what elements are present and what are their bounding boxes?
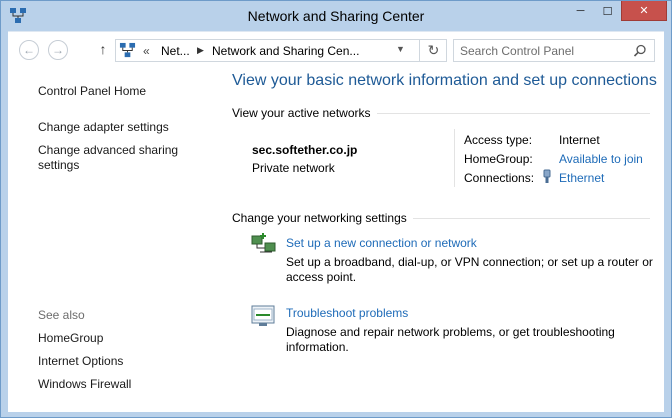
forward-button[interactable]: →: [48, 40, 68, 60]
sidebar-item-change-advanced-sharing[interactable]: Change advanced sharing settings: [38, 143, 188, 173]
troubleshoot-icon[interactable]: [250, 303, 278, 329]
sidebar-item-internet-options[interactable]: Internet Options: [38, 354, 123, 369]
refresh-button[interactable]: ↻: [419, 40, 447, 61]
connections-label: Connections:: [464, 171, 535, 185]
minimize-button[interactable]: ─: [567, 1, 594, 21]
close-button[interactable]: ✕: [621, 1, 667, 21]
up-button[interactable]: ↑: [96, 41, 110, 59]
change-settings-section: Change your networking settings: [232, 211, 650, 225]
title-bar[interactable]: Network and Sharing Center ─ ☐ ✕: [1, 1, 671, 31]
sidebar-item-windows-firewall[interactable]: Windows Firewall: [38, 377, 131, 392]
troubleshoot-link[interactable]: Troubleshoot problems: [286, 306, 408, 320]
breadcrumb-separator[interactable]: ▶: [197, 45, 204, 56]
search-input[interactable]: [460, 43, 630, 59]
active-networks-section: View your active networks: [232, 106, 650, 120]
sidebar-item-change-adapter-settings[interactable]: Change adapter settings: [38, 120, 208, 135]
search-box[interactable]: [453, 39, 655, 62]
main-panel: View your basic network information and …: [232, 65, 662, 412]
address-bar[interactable]: « Net... ▶ Network and Sharing Cen... ▼ …: [115, 39, 447, 62]
homegroup-label: HomeGroup:: [464, 152, 533, 166]
breadcrumb-network[interactable]: Net...: [161, 44, 190, 58]
back-button[interactable]: ←: [19, 40, 39, 60]
navigation-bar: ← → ↑ « Net... ▶ Network and Sharing Cen…: [8, 31, 664, 65]
maximize-button[interactable]: ☐: [594, 1, 621, 21]
sidebar-item-control-panel-home[interactable]: Control Panel Home: [38, 84, 146, 99]
network-info-divider: [454, 129, 455, 187]
active-networks-label: View your active networks: [232, 106, 377, 120]
troubleshoot-description: Diagnose and repair network problems, or…: [286, 325, 615, 354]
breadcrumb-overflow[interactable]: «: [143, 44, 150, 58]
network-name: sec.softether.co.jp: [252, 143, 358, 157]
breadcrumb-network-sharing-center[interactable]: Network and Sharing Cen...: [212, 44, 359, 58]
setup-connection-link[interactable]: Set up a new connection or network: [286, 236, 477, 250]
ethernet-icon[interactable]: [542, 169, 552, 185]
sidebar: Control Panel Home Change adapter settin…: [8, 65, 208, 412]
network-icon: [119, 42, 136, 58]
search-icon[interactable]: [632, 43, 648, 59]
access-type-label: Access type:: [464, 133, 533, 147]
sidebar-item-homegroup[interactable]: HomeGroup: [38, 331, 103, 346]
change-settings-label: Change your networking settings: [232, 211, 413, 225]
homegroup-link[interactable]: Available to join: [559, 152, 643, 166]
page-title: View your basic network information and …: [232, 72, 657, 89]
see-also-label: See also: [38, 308, 85, 322]
content-area: Control Panel Home Change adapter settin…: [8, 65, 664, 412]
address-history-dropdown[interactable]: ▼: [396, 44, 405, 54]
window-frame: Network and Sharing Center ─ ☐ ✕ ← → ↑ «…: [0, 0, 672, 418]
setup-connection-description: Set up a broadband, dial-up, or VPN conn…: [286, 255, 653, 284]
ethernet-connection-link[interactable]: Ethernet: [559, 171, 604, 185]
new-connection-icon[interactable]: [250, 232, 278, 258]
network-type: Private network: [252, 161, 335, 175]
access-type-value: Internet: [559, 133, 600, 147]
